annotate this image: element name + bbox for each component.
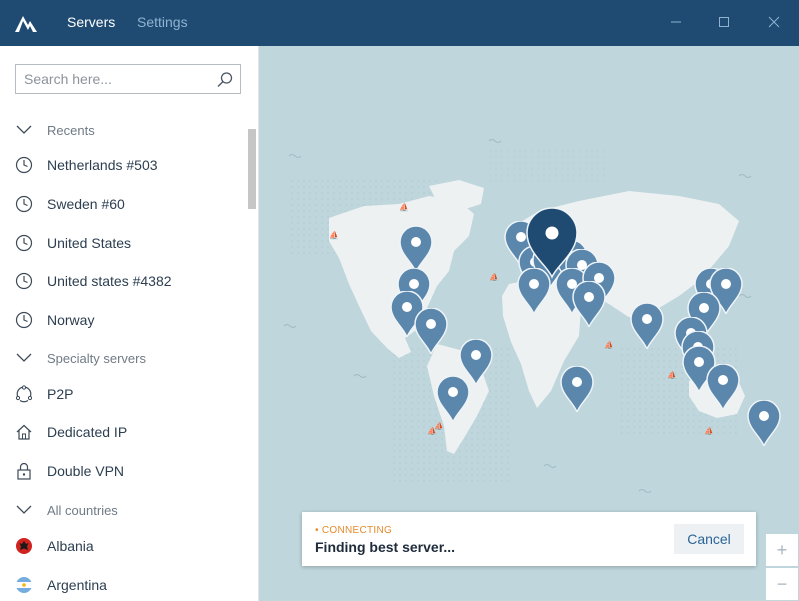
specialty-item-dedicated-ip[interactable]: Dedicated IP [0, 414, 248, 450]
connection-status-card: • CONNECTING Finding best server... Canc… [302, 512, 756, 566]
svg-text:⛵: ⛵ [604, 340, 614, 350]
chevron-down-icon [16, 353, 32, 362]
p2p-icon [15, 385, 33, 403]
section-label: Recents [47, 123, 95, 138]
section-all-countries[interactable]: All countries [0, 492, 248, 528]
clock-icon [15, 311, 33, 329]
recent-item-sweden-60[interactable]: Sweden #60 [0, 186, 248, 222]
zoom-in-button[interactable]: + [766, 534, 798, 566]
specialty-item-double-vpn[interactable]: Double VPN [0, 453, 248, 489]
tab-settings[interactable]: Settings [137, 14, 188, 30]
maximize-icon [719, 17, 729, 27]
title-bar: Servers Settings [0, 0, 799, 46]
svg-text:⛵: ⛵ [489, 272, 499, 282]
tab-servers[interactable]: Servers [67, 14, 115, 30]
recent-item-netherlands-503[interactable]: Netherlands #503 [0, 147, 248, 183]
svg-text:⛵: ⛵ [427, 426, 437, 436]
recent-item-norway[interactable]: Norway [0, 302, 248, 338]
section-label: Specialty servers [47, 351, 146, 366]
section-specialty-servers[interactable]: Specialty servers [0, 340, 248, 376]
search-placeholder: Search here... [24, 71, 112, 87]
nordvpn-logo-icon [15, 16, 37, 32]
home-icon [16, 424, 32, 440]
minimize-icon [671, 21, 681, 23]
recent-item-united-states-4382[interactable]: United states #4382 [0, 263, 248, 299]
clock-icon [15, 234, 33, 252]
sidebar-scrollbar[interactable] [248, 129, 256, 209]
clock-icon [15, 156, 33, 174]
country-item-albania[interactable]: Albania [0, 528, 248, 564]
specialty-label: Double VPN [47, 463, 125, 479]
country-label: Albania [47, 538, 94, 554]
specialty-label: P2P [47, 386, 74, 402]
svg-text:⛵: ⛵ [329, 230, 339, 240]
section-recents[interactable]: Recents [0, 112, 248, 148]
section-label: All countries [47, 503, 118, 518]
country-label: Argentina [47, 577, 107, 593]
svg-text:⛵: ⛵ [399, 202, 409, 212]
server-label: Netherlands #503 [47, 157, 158, 173]
status-label: • CONNECTING [315, 525, 393, 536]
chevron-down-icon [16, 505, 32, 514]
country-item-argentina[interactable]: Argentina [0, 567, 248, 601]
zoom-out-button[interactable]: − [766, 568, 798, 600]
specialty-label: Dedicated IP [47, 424, 128, 440]
clock-icon [15, 272, 33, 290]
server-label: Norway [47, 312, 95, 328]
search-input[interactable]: Search here... [15, 64, 241, 94]
lock-icon [17, 462, 31, 480]
clock-icon [15, 195, 33, 213]
svg-text:⛵: ⛵ [704, 426, 714, 436]
cancel-button[interactable]: Cancel [674, 524, 744, 554]
server-label: United states #4382 [47, 273, 172, 289]
server-label: United States [47, 235, 132, 251]
chevron-down-icon [16, 125, 32, 134]
svg-text:⛵: ⛵ [667, 370, 677, 380]
close-button[interactable] [764, 12, 784, 32]
argentina-flag-icon [16, 577, 32, 593]
close-icon [768, 16, 780, 28]
server-sidebar: Search here... Recents Netherlands #503 … [0, 46, 259, 601]
albania-flag-icon [16, 538, 32, 554]
specialty-item-p2p[interactable]: P2P [0, 376, 248, 412]
search-icon[interactable] [216, 71, 234, 89]
minimize-button[interactable] [666, 12, 686, 32]
maximize-button[interactable] [714, 12, 734, 32]
recent-item-united-states[interactable]: United States [0, 225, 248, 261]
status-message: Finding best server... [315, 539, 456, 555]
server-label: Sweden #60 [47, 196, 125, 212]
